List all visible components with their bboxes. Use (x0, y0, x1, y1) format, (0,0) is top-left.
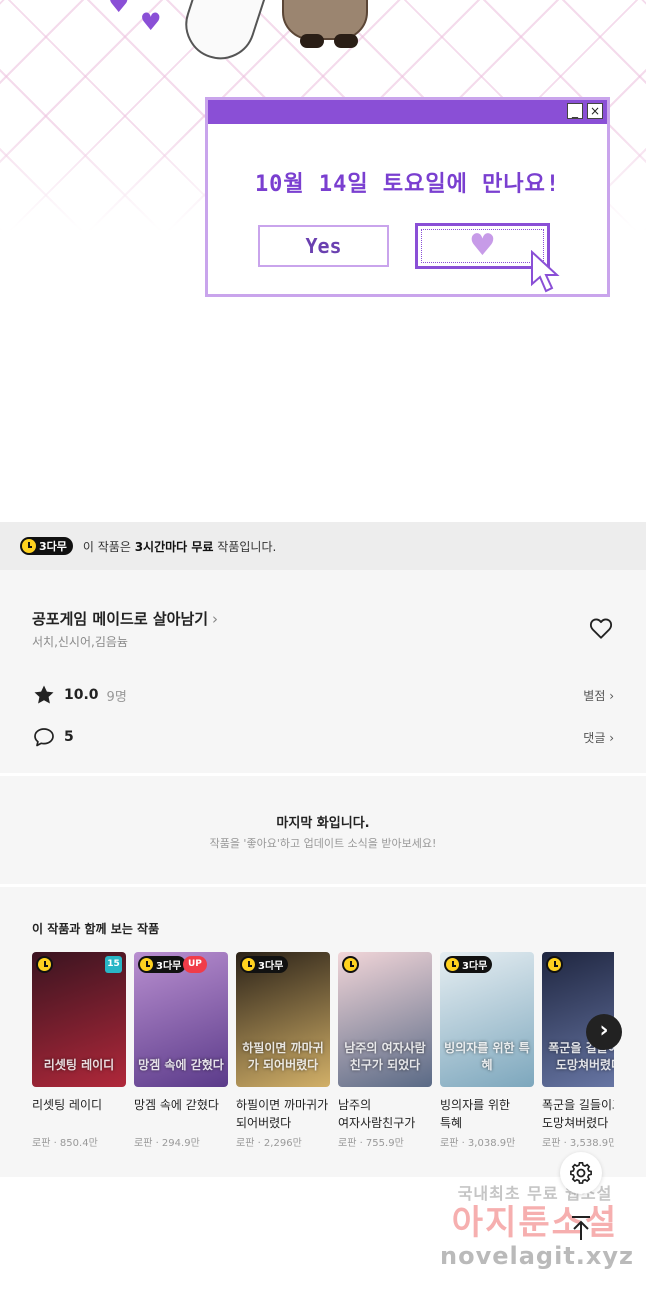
cover-title-art: 하필이면 까마귀가 되어버렸다 (242, 1041, 324, 1072)
recommendations-section: 이 작품과 함께 보는 작품 15 리셋팅 레이디 리셋팅 레이디 로판 · 850.… (0, 887, 646, 1177)
free-badge-label: 3다무 (462, 961, 488, 972)
clock-icon (22, 539, 36, 553)
dialog-message: 10월 14일 토요일에 만나요! (254, 172, 561, 197)
rating-count: 9명 (106, 689, 127, 705)
heart-icon: ♥ (421, 229, 544, 263)
recommendation-title: 남주의 여자사람친구가 되었다 (338, 1098, 416, 1130)
clock-icon (344, 958, 357, 971)
recommendation-card[interactable]: 3다무 빙의자를 위한 특혜 빙의자를 위한 특혜 로판 · 3,038.9만 (440, 952, 534, 1149)
free-3h-badge: 3다무 (20, 537, 73, 555)
work-info: 공포게임 메이드로 살아남기 › 서치,신시어,김음늄 10.0 9명 별점 › … (0, 570, 646, 773)
recommendation-meta: 로판 · 294.9만 (134, 1138, 200, 1149)
minimize-icon: _ (567, 103, 583, 119)
work-title-link[interactable]: 공포게임 메이드로 살아남기 › (32, 608, 218, 629)
cursor-arrow-icon (531, 250, 560, 293)
cover-thumbnail: 남주의 여자사람친구가 되었다 (338, 952, 432, 1087)
notice-emphasis: 3시간마다 무료 (134, 539, 214, 554)
age-rating-badge: 15 (105, 956, 122, 973)
star-icon (34, 685, 54, 704)
comic-character-body (282, 0, 368, 40)
free-3h-badge: 3다무 (444, 956, 493, 973)
pixel-heart-icon: ♥ (108, 0, 130, 18)
gear-icon (570, 1161, 592, 1184)
heart-like-icon[interactable] (588, 615, 614, 641)
clock-icon (38, 958, 51, 971)
recommendation-card[interactable]: 남주의 여자사람친구가 되었다남주의 여자사람친구가 되었다로판 · 755.9… (338, 952, 432, 1149)
watermark-domain: novelagit.xyz (440, 1242, 635, 1270)
free-3h-badge (546, 956, 563, 973)
cover-thumbnail: 3다무 UP 망겜 속에 갇혔다 (134, 952, 228, 1087)
notice-prefix: 이 작품은 (82, 539, 135, 554)
free-notice-bar: 3다무 이 작품은 3시간마다 무료 작품입니다. (0, 522, 646, 570)
recommendation-meta: 로판 · 755.9만 (338, 1138, 404, 1149)
comic-panel: ♥ ♥ _ × 10월 14일 토요일에 만나요! Yes ♥ (0, 0, 646, 522)
last-episode-title: 마지막 화입니다. (276, 816, 370, 831)
free-3h-badge: 3다무 (240, 956, 289, 973)
recommendation-card[interactable]: 3다무 하필이면 까마귀가 되어버렸다 하필이면 까마귀가 되어버렸다 로판 · 2,… (236, 952, 330, 1149)
cover-thumbnail: 3다무하필이면 까마귀가 되어버렸다 (236, 952, 330, 1087)
recommendation-title: 하필이면 까마귀가 되어버렸다 (236, 1098, 329, 1130)
dialog-titlebar: _ × (208, 100, 607, 124)
scroll-top-icon[interactable] (566, 1213, 596, 1243)
clock-icon (242, 958, 255, 971)
notice-suffix: 작품입니다. (213, 539, 277, 554)
chevron-right-icon: › (212, 610, 219, 628)
rating-link[interactable]: 별점 › (583, 687, 614, 704)
last-episode-notice: 마지막 화입니다. 작품을 '좋아요'하고 업데이트 소식을 받아보세요! (0, 776, 646, 884)
cover-title-art: 남주의 여자사람친구가 되었다 (344, 1041, 426, 1072)
site-watermark: 국내최초 무료 웹소설 아지툰소설 novelagit.xyz (440, 1180, 635, 1280)
cover-title-art: 리셋팅 레이디 (43, 1058, 115, 1072)
recommendation-title: 망겜 속에 갇혔다 (134, 1098, 219, 1112)
recommendation-meta: 로판 · 2,296만 (236, 1138, 302, 1149)
dialog-yes-button: Yes (258, 225, 389, 267)
recommendation-card[interactable]: 15 리셋팅 레이디 리셋팅 레이디 로판 · 850.4만 (32, 952, 126, 1149)
recommendations-carousel: 15 리셋팅 레이디 리셋팅 레이디 로판 · 850.4만 3다무 UP 망겜 속에 갇혔… (32, 952, 614, 1162)
settings-button[interactable] (560, 1152, 602, 1194)
close-icon: × (587, 103, 603, 119)
free-3h-badge: 3다무 (138, 956, 187, 973)
free-badge-label: 3다무 (39, 540, 67, 553)
comment-row: 5 댓글 › (32, 725, 614, 749)
comment-link[interactable]: 댓글 › (583, 729, 614, 746)
recommendation-title: 빙의자를 위한 특혜 (440, 1098, 511, 1130)
recommendation-card[interactable]: 3다무 UP 망겜 속에 갇혔다 망겜 속에 갇혔다 로판 · 294.9만 (134, 952, 228, 1149)
comic-character-shoe (334, 34, 358, 48)
cover-thumbnail: 3다무빙의자를 위한 특혜 (440, 952, 534, 1087)
free-badge-label: 3다무 (258, 961, 284, 972)
watermark-brand: 아지툰소설 (451, 1203, 619, 1243)
comic-dialog-window: _ × 10월 14일 토요일에 만나요! Yes ♥ (205, 97, 610, 297)
free-3h-badge (342, 956, 359, 973)
recommendation-meta: 로판 · 850.4만 (32, 1138, 98, 1149)
recommendation-meta: 로판 · 3,538.9만 (542, 1138, 614, 1149)
work-title: 공포게임 메이드로 살아남기 (32, 610, 209, 628)
recommendation-meta: 로판 · 3,038.9만 (440, 1138, 516, 1149)
recommendation-title: 리셋팅 레이디 (32, 1098, 103, 1112)
recommendations-heading: 이 작품과 함께 보는 작품 (32, 922, 160, 936)
rating-value: 10.0 (64, 687, 99, 703)
comment-count: 5 (64, 729, 74, 745)
clock-icon (140, 958, 153, 971)
recommendation-card[interactable]: 폭군을 길들이고 도망쳐버렸다폭군을 길들이고 도망쳐버렸다로판 · 3,538… (542, 952, 614, 1149)
comic-character-shoe (300, 34, 324, 48)
pixel-heart-icon: ♥ (140, 8, 162, 36)
carousel-next-button[interactable]: › (586, 1014, 622, 1050)
rating-row: 10.0 9명 별점 › (32, 683, 614, 707)
clock-icon (446, 958, 459, 971)
last-episode-subtitle: 작품을 '좋아요'하고 업데이트 소식을 받아보세요! (209, 837, 437, 850)
recommendation-title: 폭군을 길들이고 도망쳐버렸다 (542, 1098, 614, 1130)
work-authors: 서치,신시어,김음늄 (32, 635, 128, 649)
comment-icon (34, 728, 54, 747)
cover-thumbnail: 15 리셋팅 레이디 (32, 952, 126, 1087)
free-badge-label: 3다무 (156, 961, 182, 972)
cover-title-art: 빙의자를 위한 특혜 (444, 1041, 530, 1072)
free-3h-badge (36, 956, 53, 973)
cover-title-art: 망겜 속에 갇혔다 (138, 1058, 224, 1072)
up-badge: UP (183, 956, 207, 973)
clock-icon (548, 958, 561, 971)
